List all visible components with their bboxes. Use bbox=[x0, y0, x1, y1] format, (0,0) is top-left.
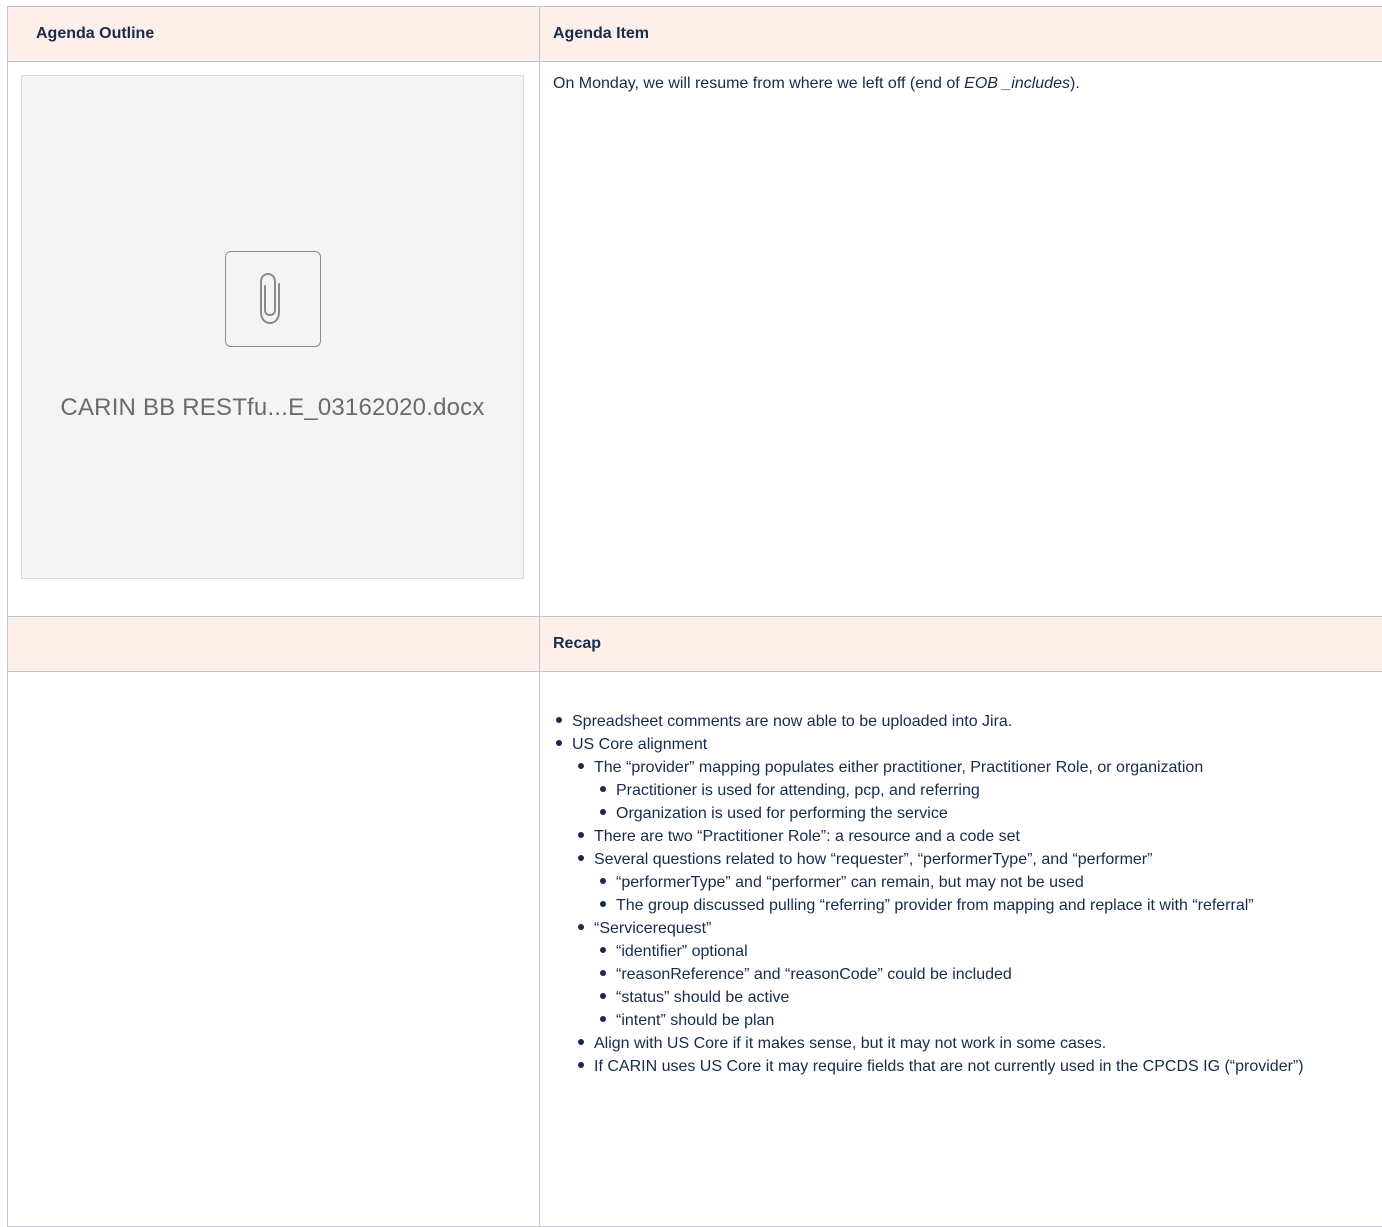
header-agenda-item: Agenda Item bbox=[540, 25, 649, 42]
recap-header: Recap bbox=[540, 635, 601, 652]
header-agenda-outline: Agenda Outline bbox=[8, 25, 154, 42]
list-item: Spreadsheet comments are now able to be … bbox=[572, 710, 1382, 733]
list-item: “Servicerequest” “identifier” optional “… bbox=[594, 917, 1382, 1032]
list-item: The “provider” mapping populates either … bbox=[594, 756, 1382, 825]
recap-header-cell: Recap bbox=[540, 617, 1382, 672]
recap-empty-cell bbox=[8, 672, 540, 1227]
attachment-cell: CARIN BB RESTfu...E_03162020.docx bbox=[8, 62, 540, 617]
list-item: Practitioner is used for attending, pcp,… bbox=[616, 779, 1382, 802]
header-cell-agenda-outline: Agenda Outline bbox=[8, 7, 540, 62]
list-item: Organization is used for performing the … bbox=[616, 802, 1382, 825]
list-item: Align with US Core if it makes sense, bu… bbox=[594, 1032, 1382, 1055]
table-header-row: Agenda Outline Agenda Item bbox=[8, 7, 1382, 62]
paperclip-icon bbox=[225, 251, 321, 347]
agenda-item-text: On Monday, we will resume from where we … bbox=[540, 62, 1382, 93]
attachment-preview[interactable]: CARIN BB RESTfu...E_03162020.docx bbox=[21, 75, 524, 579]
list-item: “intent” should be plan bbox=[616, 1009, 1382, 1032]
recap-header-empty-cell bbox=[8, 617, 540, 672]
recap-cell: Spreadsheet comments are now able to be … bbox=[540, 672, 1382, 1227]
list-item: “performerType” and “performer” can rema… bbox=[616, 871, 1382, 894]
agenda-item-prefix: On Monday, we will resume from where we … bbox=[553, 75, 964, 92]
table-row: CARIN BB RESTfu...E_03162020.docx On Mon… bbox=[8, 62, 1382, 617]
agenda-table: Agenda Outline Agenda Item CARIN BB REST… bbox=[7, 6, 1382, 1227]
agenda-item-suffix: ). bbox=[1070, 75, 1080, 92]
attachment-filename: CARIN BB RESTfu...E_03162020.docx bbox=[22, 394, 523, 422]
recap-header-row: Recap bbox=[8, 617, 1382, 672]
agenda-item-cell: On Monday, we will resume from where we … bbox=[540, 62, 1382, 617]
header-cell-agenda-item: Agenda Item bbox=[540, 7, 1382, 62]
list-item: The group discussed pulling “referring” … bbox=[616, 894, 1382, 917]
list-item: “identifier” optional bbox=[616, 940, 1382, 963]
list-item: Several questions related to how “reques… bbox=[594, 848, 1382, 917]
list-item: If CARIN uses US Core it may require fie… bbox=[594, 1055, 1382, 1078]
list-item: “reasonReference” and “reasonCode” could… bbox=[616, 963, 1382, 986]
list-item: There are two “Practitioner Role”: a res… bbox=[594, 825, 1382, 848]
table-row: Spreadsheet comments are now able to be … bbox=[8, 672, 1382, 1227]
recap-list: Spreadsheet comments are now able to be … bbox=[540, 672, 1382, 1078]
agenda-item-emphasis: EOB _includes bbox=[964, 75, 1070, 92]
list-item: “status” should be active bbox=[616, 986, 1382, 1009]
list-item: US Core alignment The “provider” mapping… bbox=[572, 733, 1382, 1078]
recap-header-empty bbox=[8, 635, 36, 652]
